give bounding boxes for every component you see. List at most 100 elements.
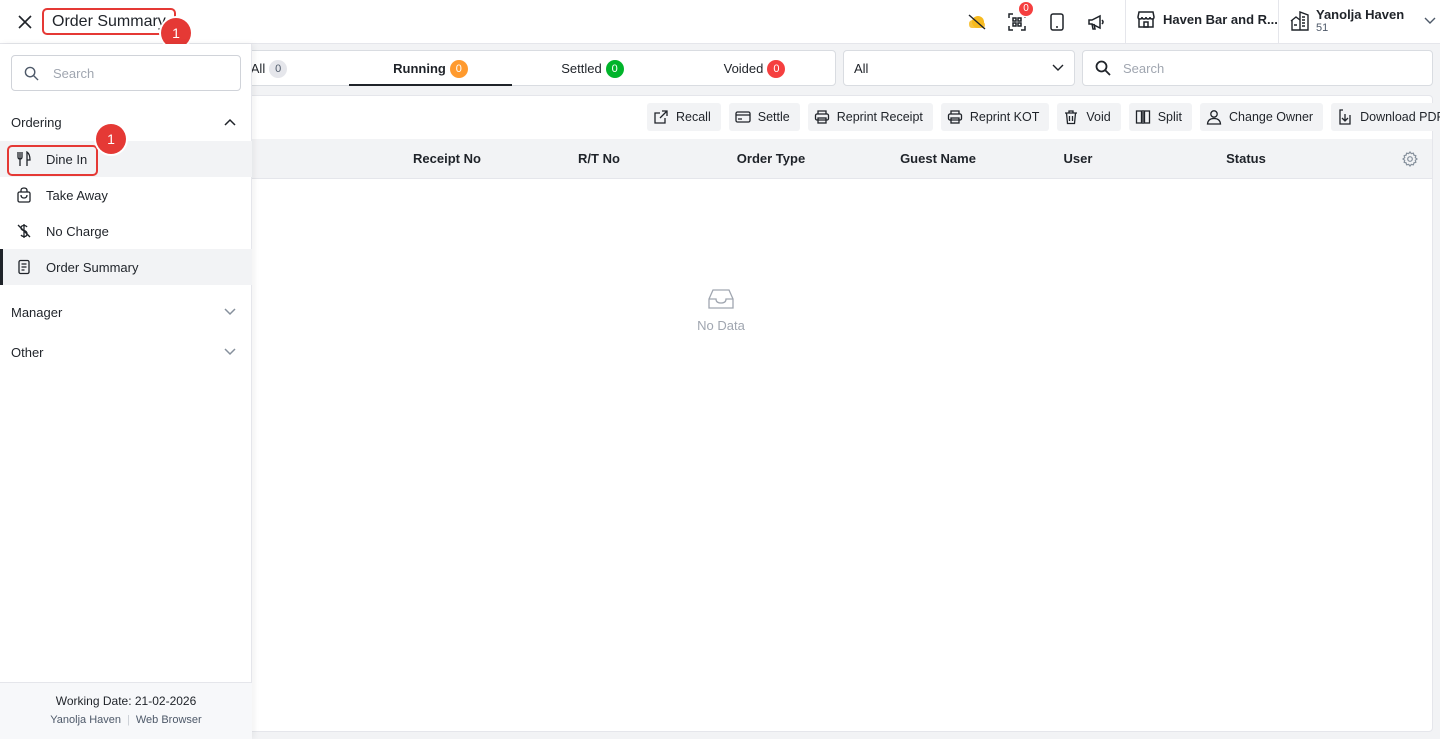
col-order-type[interactable]: Order Type (711, 139, 831, 179)
split-button[interactable]: Split (1128, 103, 1193, 131)
sidebar-item-take-away[interactable]: Take Away (0, 177, 252, 213)
sidebar-footer: Working Date: 21-02-2026 Yanolja Haven | W… (0, 682, 252, 739)
settle-icon (735, 111, 751, 123)
empty-text: No Data (697, 318, 745, 333)
building-icon (1290, 11, 1309, 31)
reprint-kot-label: Reprint KOT (969, 110, 1040, 124)
sidebar-item-label: Take Away (46, 187, 108, 203)
sidebar-search-input[interactable] (53, 65, 223, 81)
group-ordering[interactable]: Ordering (0, 107, 252, 137)
count-badge: 0 (605, 59, 624, 78)
divider (1125, 0, 1126, 43)
reprint-receipt-label: Reprint Receipt (836, 110, 923, 124)
tab-label: All (250, 61, 266, 76)
change-owner-button[interactable]: Change Owner (1200, 103, 1324, 131)
table-header: Receipt No R/T No Order Type Guest Name … (211, 139, 1432, 179)
chevron-down-icon (1052, 64, 1064, 71)
status-tabs: All 0 Running 0 Settled 0 Voided 0 (210, 50, 836, 86)
tab-running[interactable]: Running 0 (349, 51, 512, 86)
count-badge: 0 (269, 59, 288, 78)
user-icon (1206, 110, 1222, 125)
tab-all[interactable]: All 0 (249, 51, 289, 86)
tab-label: Settled (561, 61, 602, 76)
col-guest-name[interactable]: Guest Name (873, 139, 1003, 179)
sidebar-drawer: Ordering Dine In 1 Take Away No Charge O… (0, 44, 252, 739)
search-input[interactable] (1123, 60, 1423, 76)
group-label: Ordering (11, 114, 62, 130)
print-icon (814, 110, 829, 124)
gear-icon[interactable] (1402, 151, 1418, 167)
divider (1278, 0, 1279, 43)
recall-button[interactable]: Recall (647, 103, 721, 131)
tab-label: Voided (723, 61, 764, 76)
weather-icon[interactable] (966, 11, 988, 33)
count-badge: 0 (767, 59, 786, 78)
chevron-down-icon (224, 308, 236, 316)
count-badge: 0 (449, 59, 468, 78)
recall-label: Recall (676, 110, 711, 124)
inbox-icon (708, 289, 734, 309)
split-label: Split (1157, 110, 1183, 124)
reprint-kot-button[interactable]: Reprint KOT (940, 103, 1050, 131)
footer-platform: Web Browser (135, 714, 202, 726)
order-summary-icon (18, 259, 30, 275)
tab-settled[interactable]: Settled 0 (511, 51, 674, 86)
select-value: All (854, 60, 869, 76)
action-toolbar: Recall Settle Reprint Receipt Reprint KO… (647, 103, 1440, 131)
settle-label: Settle (757, 110, 790, 124)
property-code: 51 (1316, 22, 1329, 34)
group-other[interactable]: Other (0, 337, 252, 367)
page-title: Order Summary (42, 8, 176, 35)
megaphone-icon[interactable] (1085, 11, 1107, 33)
void-button[interactable]: Void (1057, 103, 1121, 131)
top-bar: Order Summary 1 0 Haven Bar and R... Yan… (0, 0, 1440, 48)
separator: | (127, 714, 130, 726)
change-owner-label: Change Owner (1229, 110, 1314, 124)
tab-voided[interactable]: Voided 0 (673, 51, 836, 86)
chevron-down-icon (1424, 17, 1436, 24)
take-away-icon (17, 187, 31, 203)
notification-badge: 0 (1019, 2, 1033, 16)
order-search[interactable] (1082, 50, 1433, 86)
trash-icon (1065, 110, 1078, 125)
step-marker: 1 (96, 124, 126, 154)
active-tab-indicator (349, 84, 512, 86)
download-pdf-button[interactable]: Download PDF (1331, 103, 1440, 131)
property-name: Yanolja Haven (1316, 7, 1405, 22)
chevron-down-icon (224, 348, 236, 356)
reprint-receipt-button[interactable]: Reprint Receipt (807, 103, 933, 131)
close-icon[interactable] (12, 9, 38, 35)
print-icon (947, 110, 963, 124)
qr-scan-icon[interactable]: 0 (1006, 2, 1033, 33)
footer-meta: Yanolja Haven | Web Browser (0, 714, 252, 726)
sidebar-item-no-charge[interactable]: No Charge (0, 213, 252, 249)
col-receipt-no[interactable]: Receipt No (386, 139, 508, 179)
tablet-icon[interactable] (1046, 11, 1068, 33)
col-rt-no[interactable]: R/T No (549, 139, 649, 179)
orders-card: Recall Settle Reprint Receipt Reprint KO… (210, 95, 1440, 732)
outlet-name: Haven Bar and R... (1163, 11, 1278, 27)
sidebar-item-order-summary[interactable]: Order Summary (0, 249, 252, 285)
outlet-selector[interactable]: Haven Bar and R... (1136, 10, 1278, 28)
chevron-up-icon (224, 118, 236, 126)
no-charge-icon (17, 224, 31, 238)
search-icon (1095, 60, 1111, 76)
split-icon (1135, 110, 1150, 124)
download-icon (1339, 109, 1351, 125)
group-label: Other (11, 344, 44, 360)
sidebar-search[interactable] (11, 55, 241, 91)
empty-state: No Data (671, 289, 771, 333)
col-user[interactable]: User (1038, 139, 1118, 179)
working-date: Working Date: 21-02-2026 (55, 694, 197, 708)
order-type-select[interactable]: All (843, 50, 1075, 86)
tab-label: Running (393, 61, 446, 76)
highlight-box (7, 145, 98, 176)
void-label: Void (1086, 110, 1111, 124)
col-status[interactable]: Status (1201, 139, 1291, 179)
group-label: Manager (11, 304, 63, 320)
group-manager[interactable]: Manager (0, 297, 252, 327)
sidebar-item-label: No Charge (46, 223, 109, 239)
settle-button[interactable]: Settle (728, 103, 800, 131)
property-selector[interactable]: Yanolja Haven 51 (1290, 7, 1436, 35)
store-icon (1137, 11, 1155, 28)
